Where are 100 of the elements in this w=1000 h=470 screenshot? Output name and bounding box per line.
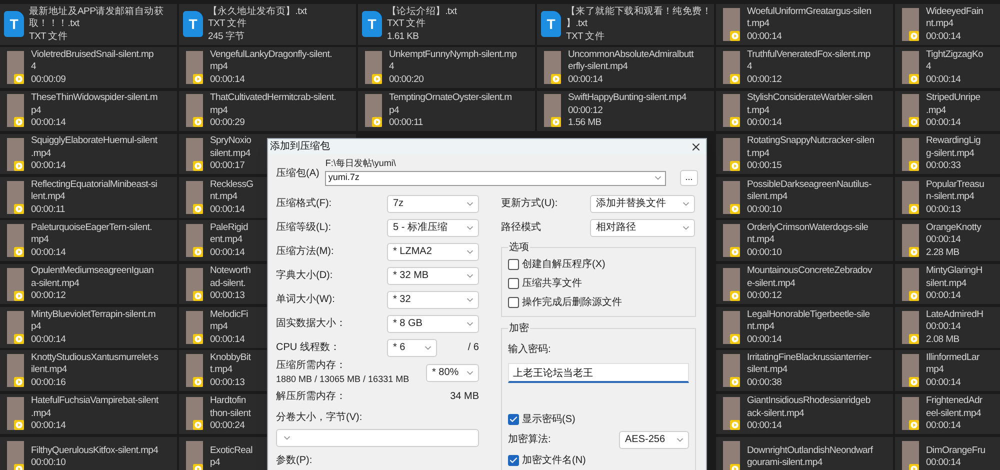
field-label: CPU 线程数：	[276, 340, 341, 355]
file-info-text: TXT 文件	[208, 18, 247, 30]
file-info-text: SpryNoxio	[210, 135, 252, 148]
file-info-text: 00:00:24	[210, 420, 245, 433]
checkbox-label: 操作完成后删除源文件	[522, 296, 622, 310]
file-info-text: TemptingOrnateOyster-silent.m	[389, 92, 512, 105]
file-info-text: MintyBluevioletTerrapin-silent.m	[31, 308, 156, 322]
file-info-text: 00:00:14	[31, 420, 66, 433]
file-info-text: ack-silent.mp4	[747, 408, 804, 420]
file-info-text: 00:00:09	[31, 74, 66, 86]
file-info-text: 00:00:14	[926, 457, 961, 470]
file-info-text: 4	[389, 61, 394, 74]
file-info-text: DimOrangeFru	[926, 444, 986, 458]
file-info-text: PaleturquoiseEagerTern-silent.	[31, 222, 152, 234]
memory-usage: 1880 MB / 13065 MB / 16331 MB	[276, 373, 410, 386]
checkbox-label: 加密文件名(N)	[522, 454, 586, 468]
file-info-text: SwiftHappyBunting-silent.mp4	[568, 92, 686, 105]
file-info-text: OrangeKnotty	[926, 222, 982, 234]
file-info-text: 00:00:17	[210, 160, 245, 173]
file-info-text: ad-silent.	[210, 278, 246, 290]
file-info-text: HatefulFuchsiaVampirebat-silent	[31, 395, 158, 408]
file-info-text: RotatingSnappyNutcracker-silen	[747, 135, 874, 148]
file-info-text: PopularTreasu	[926, 178, 984, 192]
file-info-text: UncommonAbsoluteAdmiralbutt	[568, 48, 694, 62]
file-info-text: 00:00:14	[210, 246, 245, 260]
file-info-text: Noteworth	[210, 265, 251, 278]
text-file-icon: T	[183, 11, 203, 38]
file-info-text: Hardtofin	[210, 395, 246, 408]
file-info-text: 00:00:14	[926, 376, 961, 390]
file-info-text: ilent.mp4	[31, 364, 67, 377]
file-info-text: GiantInsidiousRhodesianridgeb	[747, 395, 870, 408]
file-info-text: LateAdmiredH	[926, 308, 984, 322]
file-info-text: 00:00:14	[210, 334, 245, 346]
file-info-text: TheseThinWidowspider-silent.m	[31, 92, 158, 105]
file-info-text: 00:00:16	[31, 376, 66, 390]
field-label: 字典大小(D):	[276, 268, 334, 283]
field-label: 压缩方法(M):	[276, 244, 335, 259]
group-title: 加密	[508, 322, 530, 336]
text-file-icon: T	[362, 11, 382, 38]
file-info-text: gourami-silent.mp4	[747, 457, 822, 470]
file-info-text: 00:00:14	[210, 74, 245, 86]
field-label: 压缩格式(F):	[276, 196, 333, 211]
file-info-text: 最新地址及APP请发邮箱自动获	[29, 6, 164, 18]
file-info-text: silent.mp4	[747, 191, 788, 204]
file-info-text: 00:00:14	[926, 420, 961, 433]
file-info-text: 1.56 MB	[568, 117, 602, 130]
file-info-text: IllinformedLar	[926, 352, 980, 364]
file-info-text: p4	[210, 457, 220, 470]
file-info-text: KnottyStudiousXantusmurrelet-s	[31, 352, 158, 364]
field-label: 路径模式	[501, 220, 542, 235]
file-info-text: 00:00:20	[389, 74, 424, 86]
file-info-text: e-silent.mp4	[747, 278, 796, 290]
file-info-text: lent.mp4	[31, 191, 66, 204]
file-info-text: 00:00:38	[747, 376, 782, 390]
checkbox-label: 显示密码(S)	[522, 412, 576, 426]
field-label: 更新方式(U):	[501, 196, 559, 211]
file-info-text: OrderlyCrimsonWaterdogs-sile	[747, 222, 868, 234]
file-info-text: 2.08 MB	[926, 334, 960, 346]
file-info-text: thon-silent	[210, 408, 251, 420]
file-info-text: 4	[747, 61, 752, 74]
field-label: 解压所需内存：	[276, 390, 346, 404]
file-info-text: 00:00:14	[747, 117, 782, 130]
file-info-text: 00:00:14	[31, 334, 66, 346]
file-info-text: 00:00:14	[31, 246, 66, 260]
file-info-text: DownrightOutlandishNeondwarf	[747, 444, 873, 458]
file-info-text: RewardingLig	[926, 135, 980, 148]
file-info-text: erfly-silent.mp4	[568, 61, 628, 74]
file-info-text: t.mp4	[747, 104, 770, 118]
file-info-text: TXT 文件	[566, 30, 605, 43]
file-info-text: 00:00:14	[568, 74, 603, 86]
thread-total: / 6	[468, 341, 479, 355]
file-info-text: 00:00:14	[926, 290, 961, 303]
field-label: 单词大小(W):	[276, 292, 336, 307]
file-info-text: 00:00:14	[747, 420, 782, 433]
file-info-text: silent.mp4	[747, 364, 788, 377]
file-info-text: p4	[31, 104, 41, 118]
file-info-text: VengefulLankyDragonfly-silent.	[210, 48, 332, 62]
checkbox-label: 压缩共享文件	[522, 276, 582, 290]
file-info-text: 00:00:14	[31, 117, 66, 130]
file-info-text: a-silent.mp4	[31, 278, 80, 290]
field-label: 输入密码:	[508, 344, 551, 354]
file-info-text: 4	[31, 61, 36, 74]
file-info-text: 00:00:29	[210, 117, 245, 130]
field-label: 固实数据大小：	[276, 316, 347, 331]
file-info-text: ThatCultivatedHermitcrab-silent.	[210, 92, 336, 105]
file-info-text: mp4	[210, 104, 228, 118]
file-info-text: n-silent.mp4	[926, 191, 974, 204]
file-info-text: ent.mp4	[210, 234, 242, 247]
file-info-text: nt.mp4	[926, 18, 954, 30]
file-info-text: 【来了就能下载和观看！纯免费！	[566, 6, 712, 18]
file-info-text: mp4	[31, 234, 49, 247]
file-info-text: TXT 文件	[29, 30, 68, 43]
file-info-text: OpulentMediumseagreenIguan	[31, 265, 154, 278]
file-info-text: FilthyQuerulousKitfox-silent.mp4	[31, 444, 158, 458]
file-info-text: g-silent.mp4	[926, 148, 974, 160]
file-info-text: 1.61 KB	[387, 30, 419, 43]
file-info-text: nt.mp4	[747, 321, 774, 334]
file-info-text: FrightenedAdr	[926, 395, 982, 408]
file-info-text: 245 字节	[208, 30, 245, 43]
file-info-text: mp4	[926, 364, 944, 377]
